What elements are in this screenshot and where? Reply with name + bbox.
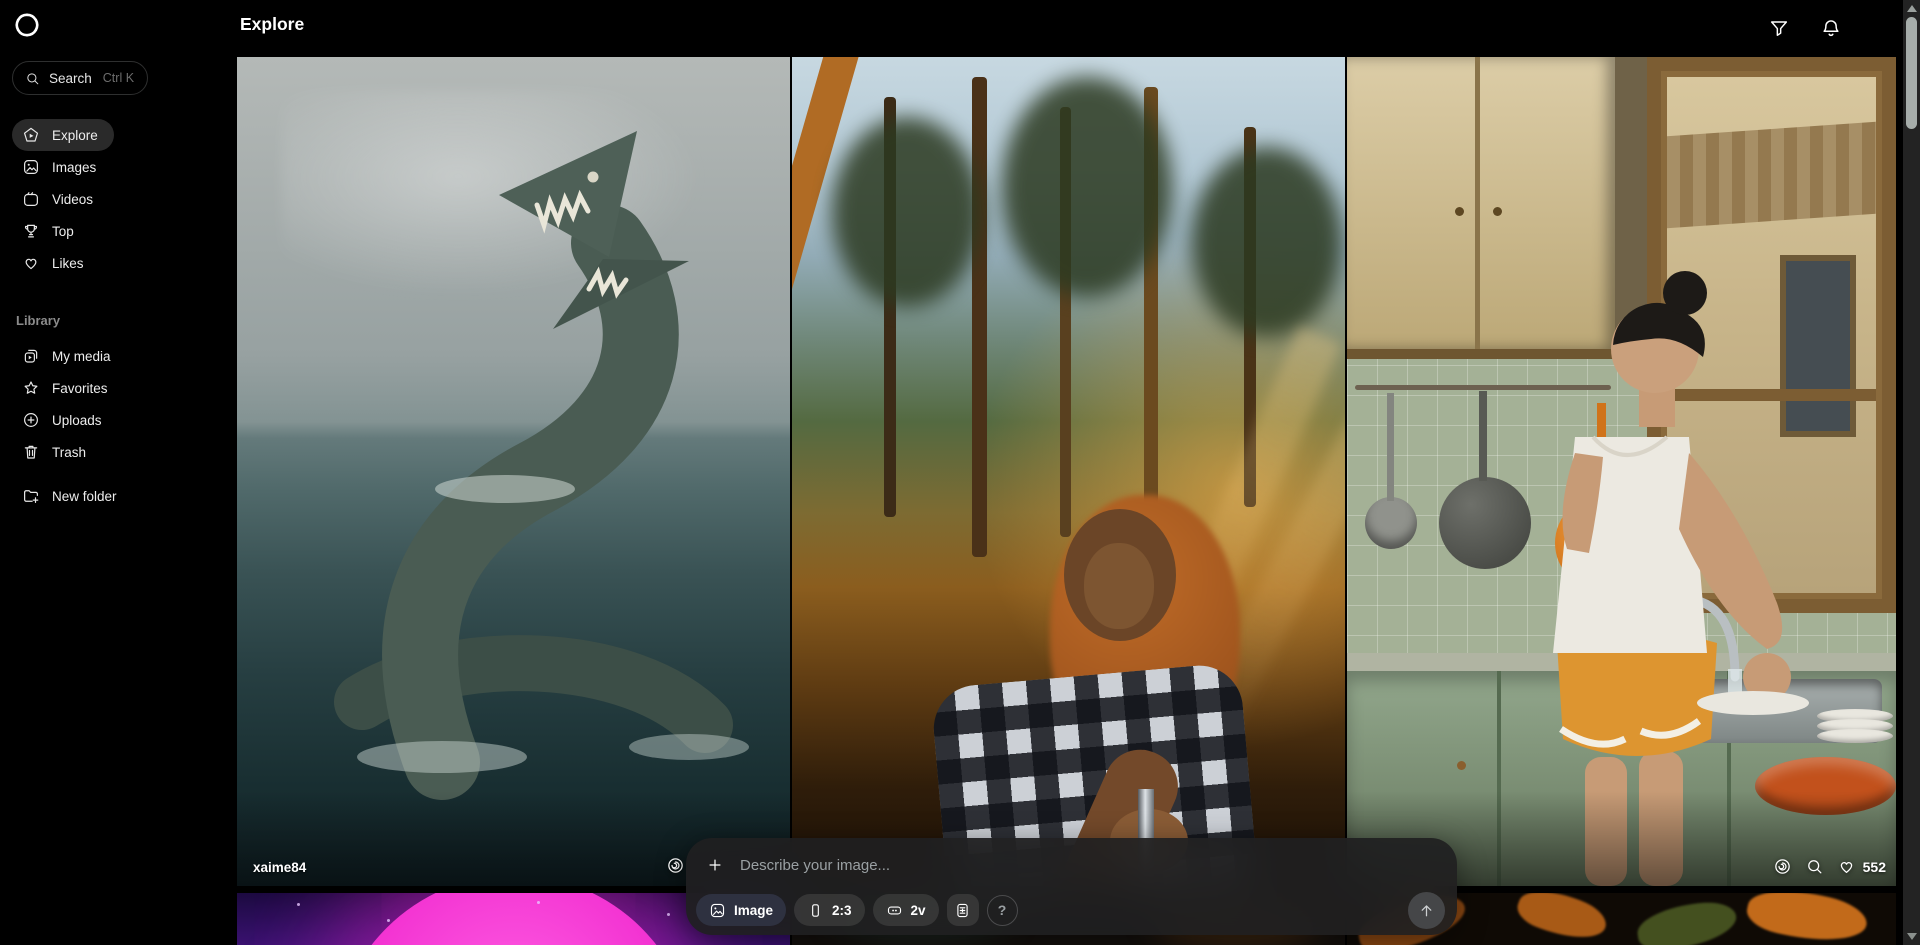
sidebar-item-label: Images [52,160,96,175]
my-media-icon [22,347,40,365]
sidebar-item-label: New folder [52,489,117,504]
sea-serpent-art [237,57,790,886]
trash-icon [22,443,40,461]
heart-icon[interactable] [1837,857,1856,876]
help-button[interactable]: ? [987,895,1018,926]
presets-icon [954,902,971,919]
sidebar-item-favorites[interactable]: Favorites [12,372,124,404]
search-shortcut: Ctrl K [103,71,134,85]
sidebar-item-label: Top [52,224,74,239]
heart-icon [22,254,40,272]
variations-label: 2v [911,903,926,918]
sidebar-item-label: Uploads [52,413,102,428]
sidebar-item-videos[interactable]: Videos [12,183,109,215]
sidebar-item-new-folder[interactable]: New folder [12,480,133,512]
gallery-card-bigfoot-selfie[interactable] [792,57,1345,886]
sidebar-item-likes[interactable]: Likes [12,247,100,279]
sidebar-item-label: My media [52,349,111,364]
kitchen-figure [1347,57,1896,886]
sidebar-item-trash[interactable]: Trash [12,436,102,468]
star-icon [22,379,40,397]
sidebar-item-label: Trash [52,445,86,460]
upload-plus-icon [22,411,40,429]
submit-button[interactable] [1408,892,1445,929]
variations-button[interactable]: 2v [873,894,939,926]
sidebar-item-label: Likes [52,256,84,271]
remix-swirl-icon[interactable] [666,856,685,875]
sidebar-item-images[interactable]: Images [12,151,112,183]
mode-image-button[interactable]: Image [696,894,786,926]
portrait-phone-icon [807,902,824,919]
scrollbar [1903,0,1920,945]
openai-logo-icon[interactable] [14,12,40,38]
sidebar-item-label: Favorites [52,381,108,396]
bell-icon[interactable] [1820,17,1842,39]
aspect-ratio-label: 2:3 [832,903,852,918]
explore-icon [22,126,40,144]
arrow-up-icon [1417,901,1436,920]
prompt-composer: Image 2:3 2v ? [686,838,1457,935]
image-icon [709,902,726,919]
gallery-card-sea-serpent[interactable]: xaime84 [237,57,790,886]
scrollbar-thumb[interactable] [1906,17,1917,129]
remix-swirl-icon[interactable] [1773,857,1792,876]
sidebar-item-uploads[interactable]: Uploads [12,404,118,436]
sidebar-item-explore[interactable]: Explore [12,119,114,151]
help-label: ? [998,902,1007,918]
page-title: Explore [240,14,304,35]
new-folder-icon [22,487,40,505]
sidebar-item-label: Explore [52,128,98,143]
aspect-ratio-button[interactable]: 2:3 [794,894,865,926]
search-icon [25,71,40,86]
zoom-icon[interactable] [1805,857,1824,876]
gallery-card-kitchen-dishes[interactable]: 552 [1347,57,1896,886]
variations-icon [886,902,903,919]
card-author[interactable]: xaime84 [253,860,306,875]
sidebar-item-label: Videos [52,192,93,207]
search-input[interactable]: Search Ctrl K [12,61,148,95]
plus-icon[interactable] [706,856,724,874]
library-section-label: Library [16,313,60,328]
trophy-icon [22,222,40,240]
prompt-input[interactable] [738,856,1437,875]
scrollbar-down-arrow[interactable] [1907,933,1917,940]
scrollbar-up-arrow[interactable] [1907,5,1917,12]
filter-icon[interactable] [1768,17,1790,39]
presets-button[interactable] [947,894,979,926]
like-count: 552 [1863,859,1886,875]
sidebar-item-top[interactable]: Top [12,215,90,247]
images-icon [22,158,40,176]
search-label: Search [49,71,92,86]
mode-image-label: Image [734,903,773,918]
videos-icon [22,190,40,208]
sidebar-item-my-media[interactable]: My media [12,340,127,372]
sidebar: Search Ctrl K Explore Images Videos To [0,0,237,945]
